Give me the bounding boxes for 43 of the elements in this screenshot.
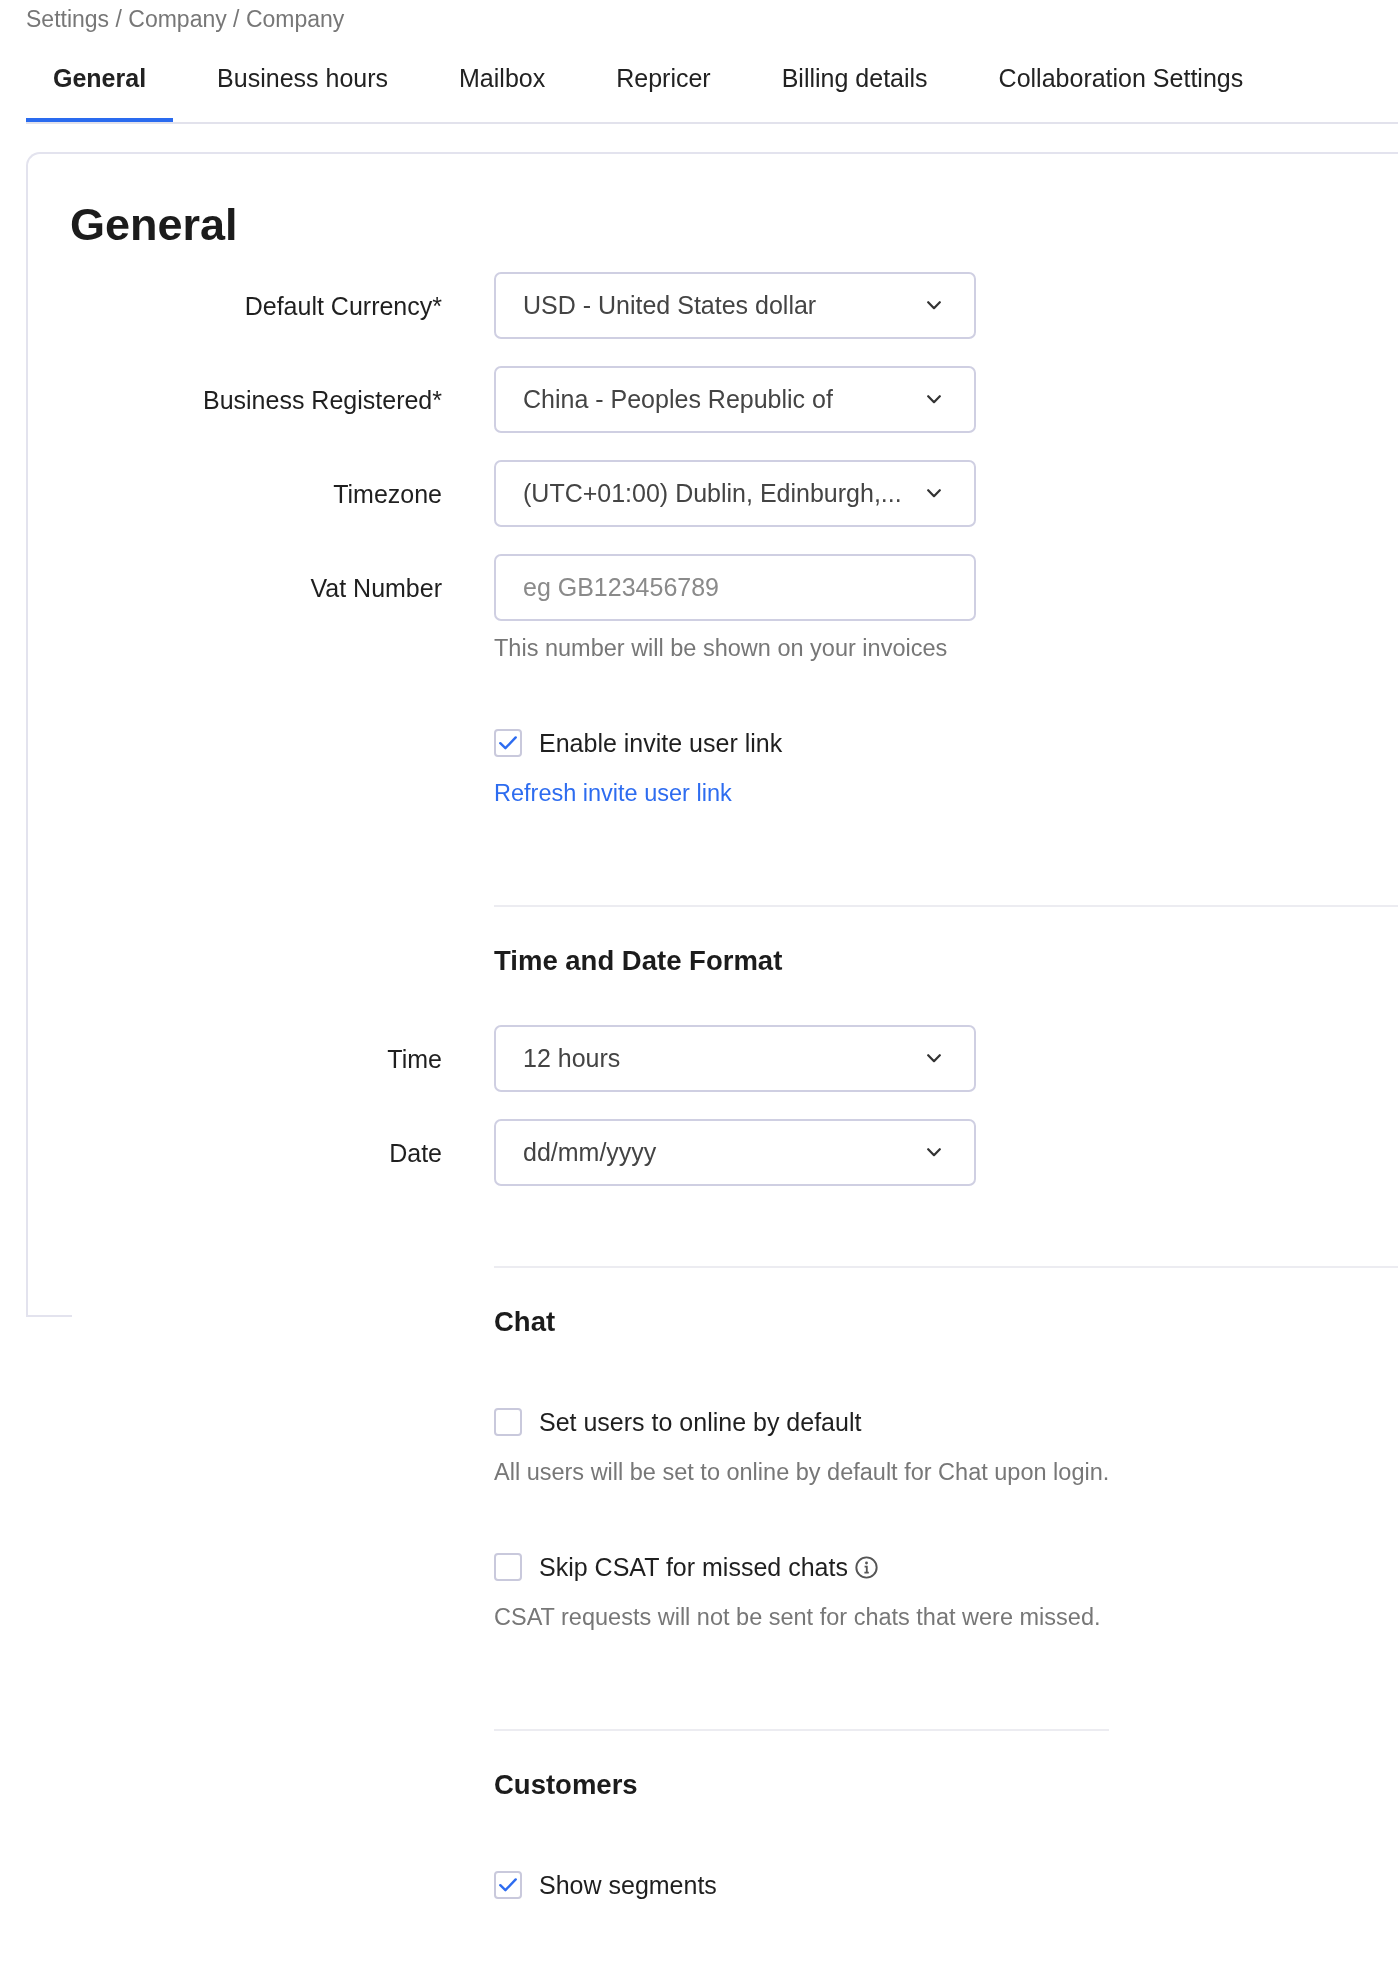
tab[interactable]: Repricer — [589, 32, 738, 122]
dropdown[interactable]: (UTC+01:00) Dublin, Edinburgh,... — [494, 460, 976, 527]
tab[interactable]: Collaboration Settings — [971, 32, 1271, 122]
chevron-down-icon — [927, 395, 941, 404]
dropdown[interactable]: 12 hours — [494, 1025, 976, 1092]
chevron-down-icon — [927, 1148, 941, 1157]
tab[interactable]: Mailbox — [432, 32, 573, 122]
checkbox-label: Enable invite user link — [539, 728, 783, 758]
tab[interactable]: Business hours — [190, 32, 416, 122]
checkbox-label: Skip CSAT for missed chats — [539, 1552, 848, 1582]
chevron-down-icon — [927, 489, 941, 498]
checkbox[interactable] — [494, 1408, 522, 1436]
hint-text: This number will be shown on your invoices — [494, 635, 948, 661]
breadcrumb: Settings / Company / Company — [26, 6, 346, 32]
field-label: Vat Number — [309, 572, 442, 603]
checkbox[interactable] — [494, 1553, 522, 1581]
info-icon[interactable] — [854, 1555, 878, 1579]
section-title: Customers — [494, 1769, 638, 1801]
field-label: Time — [386, 1043, 442, 1074]
checkbox[interactable] — [494, 729, 522, 757]
checkbox-label: Set users to online by default — [539, 1407, 862, 1437]
hint-text: CSAT requests will not be sent for chats that were missed. — [494, 1604, 1102, 1630]
section-title: Chat — [494, 1306, 556, 1338]
checkbox[interactable] — [494, 1871, 522, 1899]
field-label: Date — [388, 1137, 442, 1168]
refresh-link[interactable]: Refresh invite user link — [494, 780, 732, 806]
dropdown[interactable]: China - Peoples Republic of — [494, 366, 976, 433]
tab[interactable]: General — [26, 32, 174, 122]
dropdown[interactable]: dd/mm/yyyy — [494, 1119, 976, 1186]
field-label: Timezone — [332, 478, 442, 509]
page-title: General — [70, 199, 239, 251]
dropdown[interactable]: USD - United States dollar — [494, 272, 976, 339]
field-label: Business Registered* — [202, 384, 442, 415]
field-label: Default Currency* — [243, 290, 442, 321]
chevron-down-icon — [927, 1054, 941, 1063]
checkbox-label: Show segments — [539, 1870, 717, 1900]
checkmark-icon — [499, 1878, 517, 1892]
section-title: Time and Date Format — [494, 945, 783, 977]
input-field[interactable]: eg GB123456789 — [494, 554, 976, 621]
checkmark-icon — [499, 736, 517, 750]
chevron-down-icon — [927, 301, 941, 310]
hint-text: All users will be set to online by default for Chat upon login. — [494, 1459, 1110, 1485]
tab[interactable]: Billing details — [754, 32, 955, 122]
